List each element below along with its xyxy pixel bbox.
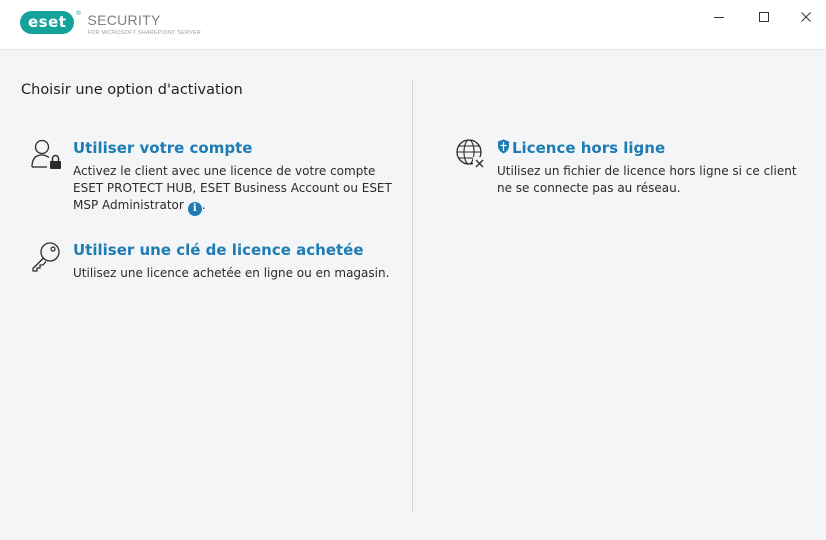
minimize-icon (714, 17, 724, 18)
shield-icon (498, 139, 509, 154)
option-offline-license-description: Utilisez un fichier de licence hors lign… (497, 164, 797, 195)
option-offline-license[interactable]: Licence hors ligne Utilisez un fichier d… (454, 138, 814, 198)
option-license-key-title[interactable]: Utiliser une clé de licence achetée (73, 241, 364, 259)
column-divider (412, 80, 413, 513)
product-name: SECURITY FOR MICROSOFT SHAREPOINT SERVER (87, 13, 200, 36)
user-lock-icon (31, 139, 61, 169)
option-offline-license-title[interactable]: Licence hors ligne (512, 139, 665, 157)
option-use-account-description-end: . (201, 198, 206, 212)
close-icon (801, 12, 811, 22)
option-use-account[interactable]: Utiliser votre compte Activez le client … (30, 138, 400, 218)
eset-logo: eset ® SECURITY FOR MICROSOFT SHAREPOINT… (20, 10, 201, 36)
product-title: SECURITY (87, 12, 161, 28)
key-icon (32, 242, 60, 272)
info-icon[interactable]: i (187, 202, 202, 216)
eset-logo-badge: eset (20, 11, 75, 34)
registered-mark: ® (75, 10, 82, 17)
maximize-icon (759, 12, 769, 22)
close-button[interactable] (793, 6, 819, 28)
option-license-key[interactable]: Utiliser une clé de licence achetée Util… (30, 240, 400, 285)
page-heading: Choisir une option d'activation (21, 82, 243, 98)
maximize-button[interactable] (751, 6, 777, 28)
option-use-account-title[interactable]: Utiliser votre compte (73, 139, 252, 157)
minimize-button[interactable] (706, 6, 732, 28)
title-bar: eset ® SECURITY FOR MICROSOFT SHAREPOINT… (0, 0, 826, 50)
option-use-account-description: Activez le client avec une licence de vo… (73, 163, 393, 216)
product-subtitle: FOR MICROSOFT SHAREPOINT SERVER (87, 30, 201, 36)
globe-x-icon (456, 139, 486, 169)
option-use-account-description-text: Activez le client avec une licence de vo… (73, 164, 392, 212)
option-license-key-description: Utilisez une licence achetée en ligne ou… (73, 266, 390, 280)
